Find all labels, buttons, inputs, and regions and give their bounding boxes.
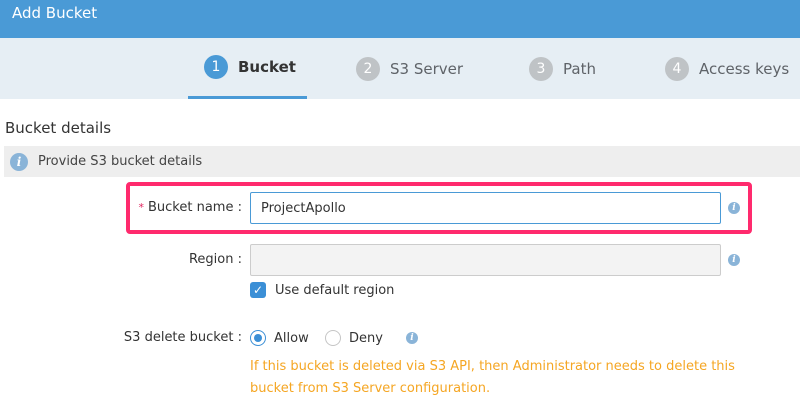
region-label: Region : (130, 252, 242, 267)
deny-radio[interactable] (325, 330, 341, 346)
step-label: Access keys (699, 59, 790, 78)
dialog-title: Add Bucket (12, 4, 98, 22)
delete-bucket-label-text: S3 delete bucket (123, 330, 234, 345)
step-label: Bucket (238, 58, 296, 76)
required-mark: * (138, 201, 145, 214)
bucket-name-info-icon[interactable]: i (728, 202, 740, 214)
delete-bucket-label: S3 delete bucket : (100, 330, 242, 345)
label-separator: : (237, 330, 242, 345)
allow-radio[interactable] (250, 330, 266, 346)
region-label-text: Region (188, 252, 234, 267)
section-title: Bucket details (5, 119, 112, 137)
step-number: 4 (665, 56, 689, 81)
region-input[interactable] (250, 244, 721, 276)
info-text: Provide S3 bucket details (38, 154, 203, 169)
step-s3-server[interactable]: 2 S3 Server (356, 38, 463, 99)
delete-bucket-info-icon[interactable]: i (406, 332, 418, 344)
use-default-region-label[interactable]: Use default region (275, 283, 394, 298)
step-number: 1 (204, 55, 228, 79)
delete-bucket-warning: If this bucket is deleted via S3 API, th… (250, 359, 735, 396)
step-access-keys[interactable]: 4 Access keys (665, 38, 789, 99)
step-label: S3 Server (390, 59, 464, 78)
label-separator: : (237, 200, 242, 215)
bucket-name-label: * Bucket name : (130, 200, 243, 215)
use-default-region-checkbox[interactable]: ✓ (250, 282, 266, 298)
allow-radio-label[interactable]: Allow (274, 331, 309, 346)
label-separator: : (237, 252, 242, 267)
step-label: Path (563, 59, 596, 78)
dialog-title-bar: Add Bucket (0, 0, 800, 38)
deny-radio-label[interactable]: Deny (349, 331, 383, 346)
bucket-name-label-text: Bucket name (148, 200, 234, 215)
wizard-stepper: 1 Bucket 2 S3 Server 3 Path 4 Access key… (0, 38, 800, 99)
step-bucket[interactable]: 1 Bucket (188, 38, 307, 99)
info-banner: i Provide S3 bucket details (4, 146, 800, 177)
step-number: 3 (529, 56, 553, 81)
region-info-icon[interactable]: i (728, 254, 740, 266)
step-path[interactable]: 3 Path (529, 38, 596, 99)
bucket-name-input[interactable] (250, 192, 721, 224)
step-number: 2 (356, 56, 380, 81)
info-icon: i (10, 152, 28, 171)
